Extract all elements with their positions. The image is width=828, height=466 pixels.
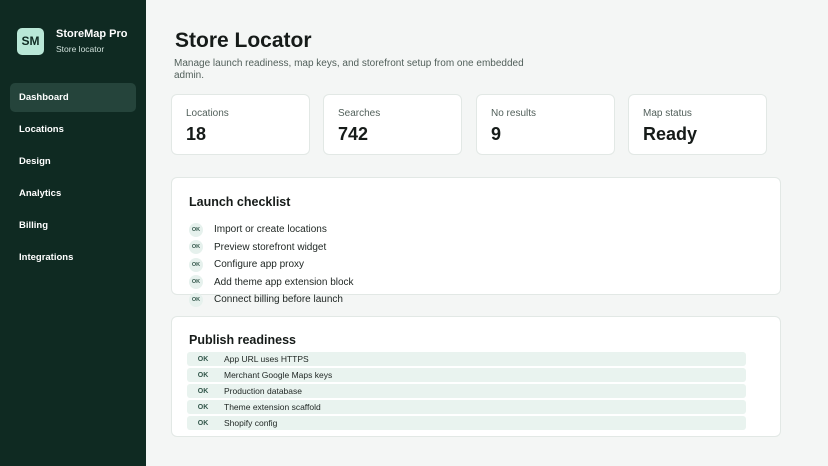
- stat-value: Ready: [643, 124, 698, 144]
- list-item: OK Configure app proxy: [189, 256, 354, 274]
- sidebar-item-design[interactable]: Design: [10, 147, 136, 176]
- ok-badge: OK: [197, 371, 209, 379]
- brand-text: StoreMap Pro Store locator: [56, 27, 128, 55]
- readiness-item-text: App URL uses HTTPS: [224, 354, 309, 364]
- stat-value: 742: [338, 124, 369, 144]
- page-title: Store Locator: [175, 29, 312, 52]
- stat-card-locations: Locations 18: [171, 94, 310, 155]
- list-item: OK App URL uses HTTPS: [187, 352, 746, 366]
- sidebar-item-billing[interactable]: Billing: [10, 211, 136, 240]
- sidebar-item-analytics[interactable]: Analytics: [10, 179, 136, 208]
- sidebar-item-integrations[interactable]: Integrations: [10, 243, 136, 272]
- checklist-item-text: Preview storefront widget: [214, 241, 327, 253]
- ok-badge: OK: [189, 222, 203, 237]
- ok-badge: OK: [189, 292, 203, 307]
- sidebar-item-dashboard[interactable]: Dashboard: [10, 83, 136, 112]
- readiness-item-text: Shopify config: [224, 418, 278, 428]
- list-item: OK Connect billing before launch: [189, 291, 354, 309]
- sidebar-nav: Dashboard Locations Design Analytics Bil…: [10, 83, 136, 275]
- stat-label: Map status: [643, 108, 692, 119]
- list-item: OK Shopify config: [187, 416, 746, 430]
- ok-badge: OK: [189, 275, 203, 290]
- brand-subtitle: Store locator: [56, 44, 105, 54]
- readiness-item-text: Production database: [224, 386, 302, 396]
- stat-card-map-status: Map status Ready: [628, 94, 767, 155]
- sidebar-item-locations[interactable]: Locations: [10, 115, 136, 144]
- brand: SM StoreMap Pro Store locator: [17, 27, 128, 55]
- list-item: OK Production database: [187, 384, 746, 398]
- checklist-item-text: Connect billing before launch: [214, 294, 343, 306]
- ok-badge: OK: [197, 387, 209, 395]
- sidebar: SM StoreMap Pro Store locator Dashboard …: [0, 0, 146, 466]
- ok-badge: OK: [197, 403, 209, 411]
- list-item: OK Preview storefront widget: [189, 239, 354, 257]
- publish-readiness-card: Publish readiness OK App URL uses HTTPS …: [171, 316, 781, 437]
- list-item: OK Add theme app extension block: [189, 274, 354, 292]
- main-content: Store Locator Manage launch readiness, m…: [146, 0, 828, 466]
- stat-label: No results: [491, 108, 537, 119]
- checklist-item-text: Add theme app extension block: [214, 276, 354, 288]
- publish-readiness-title: Publish readiness: [189, 333, 296, 347]
- list-item: OK Merchant Google Maps keys: [187, 368, 746, 382]
- list-item: OK Theme extension scaffold: [187, 400, 746, 414]
- ok-badge: OK: [197, 419, 209, 427]
- checklist-item-text: Configure app proxy: [214, 259, 305, 271]
- list-item: OK Import or create locations: [189, 221, 354, 239]
- publish-readiness-list: OK App URL uses HTTPS OK Merchant Google…: [187, 352, 746, 432]
- ok-badge: OK: [189, 257, 203, 272]
- launch-checklist-title: Launch checklist: [189, 195, 291, 209]
- brand-name: StoreMap Pro: [56, 28, 128, 40]
- page-description: Manage launch readiness, map keys, and s…: [174, 58, 524, 81]
- launch-checklist: OK Import or create locations OK Preview…: [189, 221, 354, 309]
- stat-value: 9: [491, 124, 502, 144]
- stat-card-searches: Searches 742: [323, 94, 462, 155]
- brand-logo: SM: [17, 27, 44, 55]
- launch-checklist-card: Launch checklist OK Import or create loc…: [171, 177, 781, 307]
- stat-value: 18: [186, 124, 207, 144]
- ok-badge: OK: [189, 240, 203, 255]
- stat-label: Locations: [186, 108, 229, 119]
- readiness-item-text: Theme extension scaffold: [224, 402, 321, 412]
- stat-card-no-results: No results 9: [476, 94, 615, 155]
- stat-label: Searches: [338, 108, 381, 119]
- ok-badge: OK: [197, 355, 209, 363]
- readiness-item-text: Merchant Google Maps keys: [224, 370, 333, 380]
- checklist-item-text: Import or create locations: [214, 224, 327, 236]
